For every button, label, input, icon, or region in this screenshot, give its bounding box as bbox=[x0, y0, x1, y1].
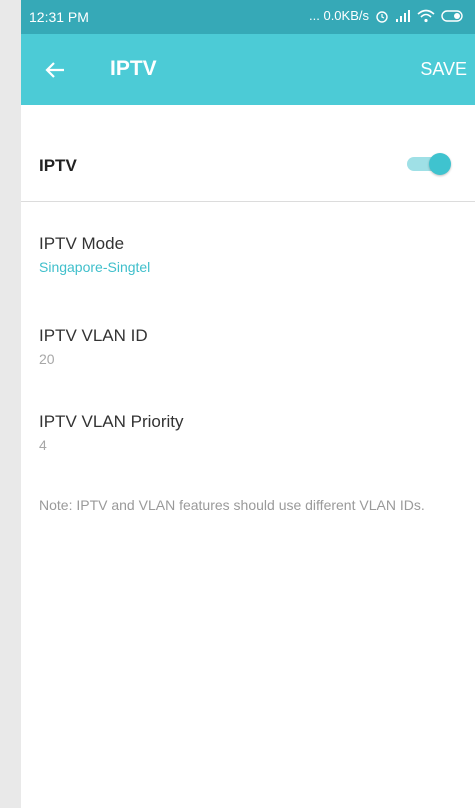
iptv-vlan-priority-label: IPTV VLAN Priority bbox=[39, 412, 184, 431]
app-bar: IPTV SAVE bbox=[21, 34, 475, 105]
iptv-mode-label: IPTV Mode bbox=[39, 234, 125, 253]
iptv-toggle-switch[interactable] bbox=[407, 153, 451, 175]
iptv-toggle-label: IPTV bbox=[39, 156, 77, 175]
toggle-thumb bbox=[429, 153, 451, 175]
iptv-vlan-id-value: 20 bbox=[39, 351, 55, 367]
iptv-vlan-priority-field[interactable]: IPTV VLAN Priority 4 bbox=[39, 412, 184, 453]
wifi-icon bbox=[417, 9, 435, 22]
status-icons: ... 0.0KB/s bbox=[309, 8, 465, 23]
vlan-note: Note: IPTV and VLAN features should use … bbox=[39, 497, 425, 513]
arrow-left-icon bbox=[45, 62, 64, 78]
battery-icon bbox=[441, 9, 463, 22]
alarm-icon bbox=[376, 10, 388, 23]
save-button[interactable]: SAVE bbox=[420, 59, 467, 80]
status-bar: 12:31 PM ... 0.0KB/s bbox=[21, 0, 475, 34]
status-time: 12:31 PM bbox=[29, 9, 89, 25]
network-speed: ... 0.0KB/s bbox=[309, 8, 369, 23]
iptv-vlan-id-label: IPTV VLAN ID bbox=[39, 326, 148, 345]
iptv-toggle-row: IPTV bbox=[21, 105, 475, 202]
iptv-mode-value: Singapore-Singtel bbox=[39, 259, 151, 275]
iptv-vlan-id-field[interactable]: IPTV VLAN ID 20 bbox=[39, 326, 148, 367]
page-title: IPTV bbox=[110, 57, 157, 80]
iptv-vlan-priority-value: 4 bbox=[39, 437, 47, 453]
iptv-screen: 12:31 PM ... 0.0KB/s IPTV SAVE IPTV IPTV… bbox=[21, 0, 475, 808]
back-button[interactable] bbox=[39, 54, 71, 86]
signal-icon bbox=[396, 9, 410, 22]
iptv-mode-field[interactable]: IPTV Mode Singapore-Singtel bbox=[39, 234, 150, 275]
